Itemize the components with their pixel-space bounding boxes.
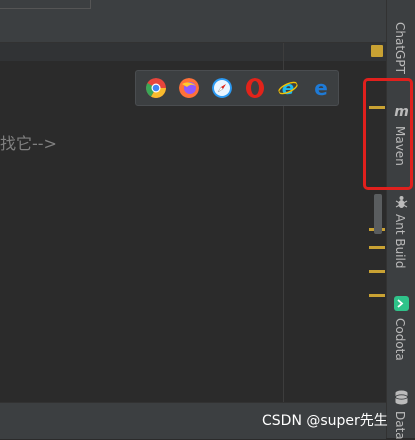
svg-text:e: e [282, 78, 294, 98]
tool-window-database[interactable]: Data [393, 411, 407, 440]
database-icon [395, 390, 408, 405]
highlight-box [363, 78, 413, 190]
warning-stripe[interactable] [369, 270, 385, 273]
watermark: CSDN @super先生 [262, 413, 388, 429]
svg-text:e: e [314, 78, 328, 98]
right-tool-window-bar: ChatGPT m Maven Ant Build Codota Data [386, 0, 415, 440]
vertical-scrollbar-thumb[interactable] [374, 194, 382, 234]
tool-window-codota[interactable]: Codota [393, 318, 407, 361]
firefox-icon[interactable] [179, 78, 199, 98]
warning-stripe[interactable] [369, 294, 385, 297]
top-toolbar [0, 0, 386, 12]
editor-breadcrumb-strip [0, 43, 386, 62]
warning-stripe[interactable] [369, 246, 385, 249]
tool-window-ant-build[interactable]: Ant Build [393, 214, 407, 268]
edge-icon[interactable]: e [311, 78, 331, 98]
safari-icon[interactable] [212, 78, 232, 98]
opera-icon[interactable] [245, 78, 265, 98]
tool-window-chatgpt[interactable]: ChatGPT [393, 22, 407, 74]
browser-preview-toolbar: e e [135, 70, 339, 106]
editor-tab[interactable] [0, 12, 386, 42]
ant-icon [395, 196, 408, 208]
chrome-icon[interactable] [146, 78, 166, 98]
toolbar-button[interactable] [0, 0, 91, 9]
editor-tab-bar [0, 12, 386, 43]
internet-explorer-icon[interactable]: e [278, 78, 298, 98]
code-editor[interactable] [0, 62, 386, 402]
code-comment-fragment: 找它--> [0, 134, 57, 153]
codota-icon [394, 296, 409, 311]
warning-indicator[interactable] [371, 45, 383, 57]
